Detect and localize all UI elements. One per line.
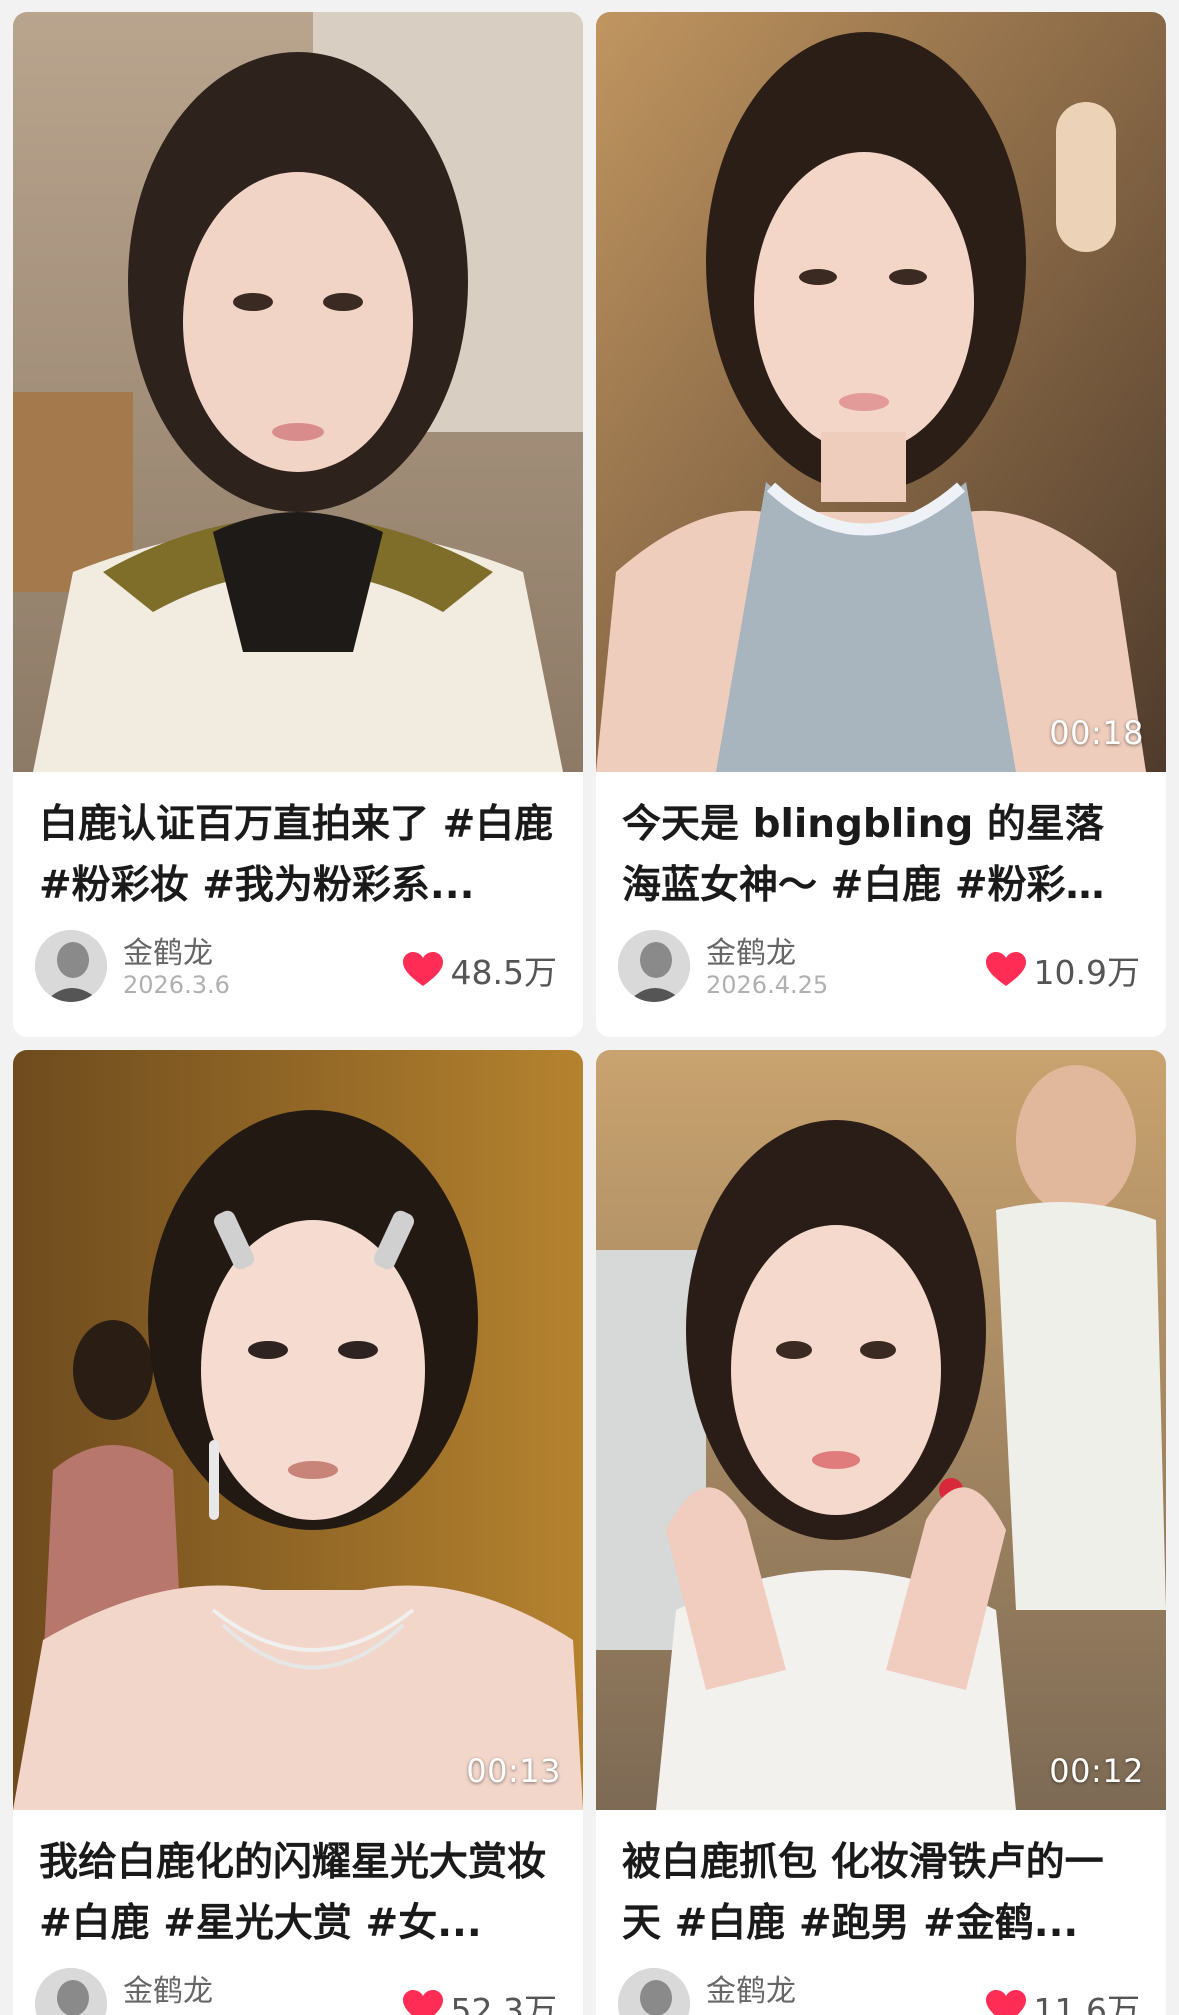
like-count-text: 52.3万 [450,1991,557,2015]
video-feed-grid: 白鹿认证百万直拍来了 #白鹿 #粉彩妆 #我为粉彩系... 金鹤龙 2026.3… [0,0,1179,2015]
post-date: 2026.4.25 [706,971,829,999]
video-title[interactable]: 我给白鹿化的闪耀星光大赏妆 #白鹿 #星光大赏 #女... [13,1810,583,1954]
avatar[interactable] [618,930,690,1002]
video-thumbnail[interactable]: 00:18 [596,12,1166,772]
video-duration: 00:13 [466,1752,561,1790]
heart-icon[interactable] [985,952,1026,988]
video-card[interactable]: 00:18 今天是 blingbling 的星落海蓝女神～ #白鹿 #粉彩妆 #… [596,12,1166,1037]
video-title[interactable]: 今天是 blingbling 的星落海蓝女神～ #白鹿 #粉彩妆 #... [596,772,1166,916]
like-count[interactable]: 10.9万 [985,946,1140,994]
like-count-text: 48.5万 [450,953,557,992]
thumbnail-image [596,12,1166,772]
video-card[interactable]: 00:13 我给白鹿化的闪耀星光大赏妆 #白鹿 #星光大赏 #女... 金鹤龙 … [13,1050,583,2015]
author-name[interactable]: 金鹤龙 [123,1966,213,2010]
video-thumbnail[interactable]: 00:12 [596,1050,1166,1810]
video-title[interactable]: 被白鹿抓包 化妆滑铁卢的一天 #白鹿 #跑男 #金鹤... [596,1810,1166,1954]
heart-icon[interactable] [402,952,443,988]
video-thumbnail[interactable] [13,12,583,772]
like-count[interactable]: 52.3万 [402,1984,557,2015]
post-date: 2026.3.6 [123,971,230,999]
avatar[interactable] [35,930,107,1002]
like-count[interactable]: 11.6万 [985,1984,1140,2015]
thumbnail-image [13,12,583,772]
author-name[interactable]: 金鹤龙 [123,928,213,972]
like-count-text: 10.9万 [1033,953,1140,992]
thumbnail-image [13,1050,583,1810]
video-card[interactable]: 00:12 被白鹿抓包 化妆滑铁卢的一天 #白鹿 #跑男 #金鹤... 金鹤龙 … [596,1050,1166,2015]
video-duration: 00:18 [1049,714,1144,752]
author-name[interactable]: 金鹤龙 [706,928,796,972]
video-duration: 00:12 [1049,1752,1144,1790]
card-meta: 金鹤龙 2026.4.25 10.9万 [596,916,1166,1016]
card-meta: 金鹤龙 11.6万 [596,1954,1166,2015]
video-title[interactable]: 白鹿认证百万直拍来了 #白鹿 #粉彩妆 #我为粉彩系... [13,772,583,916]
avatar[interactable] [618,1968,690,2015]
video-thumbnail[interactable]: 00:13 [13,1050,583,1810]
card-meta: 金鹤龙 2026.3.6 48.5万 [13,916,583,1016]
avatar[interactable] [35,1968,107,2015]
author-name[interactable]: 金鹤龙 [706,1966,796,2010]
video-card[interactable]: 白鹿认证百万直拍来了 #白鹿 #粉彩妆 #我为粉彩系... 金鹤龙 2026.3… [13,12,583,1037]
thumbnail-image [596,1050,1166,1810]
card-meta: 金鹤龙 52.3万 [13,1954,583,2015]
heart-icon[interactable] [402,1990,443,2015]
heart-icon[interactable] [985,1990,1026,2015]
like-count[interactable]: 48.5万 [402,946,557,994]
like-count-text: 11.6万 [1033,1991,1140,2015]
